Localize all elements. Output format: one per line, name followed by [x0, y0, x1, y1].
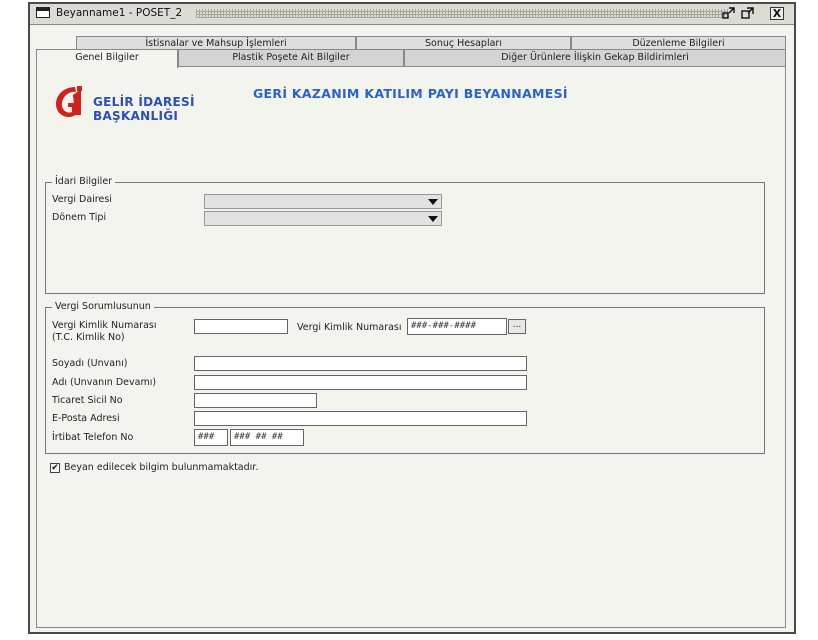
tckn-sublabel: (T.C. Kimlik No): [52, 332, 125, 343]
eposta-label: E-Posta Adresi: [52, 413, 120, 424]
vkn-lookup-button[interactable]: ...: [508, 319, 526, 334]
tab-row-lower: Genel Bilgiler Plastik Poşete Ait Bilgil…: [36, 49, 786, 68]
form-title: GERİ KAZANIM KATILIM PAYI BEYANNAMESİ: [253, 86, 568, 101]
chevron-down-icon: [428, 216, 438, 222]
donem-tipi-label: Dönem Tipi: [52, 212, 107, 223]
tckn-label: Vergi Kimlik Numarası: [52, 320, 157, 331]
logo-line-2: BAŞKANLIĞI: [93, 109, 179, 123]
eposta-input[interactable]: [194, 411, 527, 426]
gib-logo-icon: [53, 85, 83, 119]
vergi-dairesi-label: Vergi Dairesi: [52, 194, 112, 205]
tab-diger-urunler[interactable]: Diğer Ürünlere İlişkin Gekap Bildirimler…: [404, 49, 786, 66]
vkn-input[interactable]: ###-###-####: [407, 318, 507, 335]
restore-down-icon[interactable]: [721, 7, 735, 20]
vkn-label: Vergi Kimlik Numarası: [297, 322, 402, 333]
soyadi-label: Soyadı (Unvanı): [52, 358, 128, 369]
tab-row-upper: İstisnalar ve Mahsup İşlemleri Sonuç Hes…: [36, 36, 786, 50]
title-bar-texture: [196, 9, 728, 18]
chevron-down-icon: [428, 199, 438, 205]
title-bar[interactable]: Beyanname1 - POSET_2 X: [30, 4, 794, 25]
ticaret-sicil-input[interactable]: [194, 393, 317, 408]
adi-label: Adı (Unvanın Devamı): [52, 377, 157, 388]
tab-plastik-posete[interactable]: Plastik Poşete Ait Bilgiler: [178, 49, 404, 66]
vergi-sorumlusu-group: Vergi Sorumlusunun Vergi Kimlik Numarası…: [45, 301, 765, 454]
gib-logo-text: GELİR İDARESİ BAŞKANLIĞI: [93, 95, 195, 123]
telefon-numara-input[interactable]: ### ## ##: [230, 429, 304, 446]
telefon-alan-kodu-input[interactable]: ###: [194, 429, 228, 446]
tab-istisnalar[interactable]: İstisnalar ve Mahsup İşlemleri: [76, 36, 356, 50]
adi-input[interactable]: [194, 375, 527, 390]
beyan-checkbox[interactable]: ✔: [50, 463, 60, 473]
idari-bilgiler-group: İdari Bilgiler Vergi Dairesi Dönem Tipi: [45, 176, 765, 294]
telefon-label: İrtibat Telefon No: [52, 432, 134, 443]
window-icon: [36, 7, 50, 18]
application-window: Beyanname1 - POSET_2 X İstisnalar ve Mah…: [28, 2, 796, 634]
close-button[interactable]: X: [770, 7, 784, 20]
vergi-dairesi-select[interactable]: [204, 194, 442, 209]
logo-line-1: GELİR İDARESİ: [93, 95, 195, 109]
tab-genel-bilgiler[interactable]: Genel Bilgiler: [36, 49, 178, 68]
beyan-label: Beyan edilecek bilgim bulunmamaktadır.: [64, 462, 259, 473]
maximize-icon[interactable]: [740, 7, 754, 20]
tckn-input[interactable]: [194, 319, 288, 334]
donem-tipi-select[interactable]: [204, 211, 442, 226]
tab-duzenleme-bilgileri[interactable]: Düzenleme Bilgileri: [571, 36, 786, 50]
genel-bilgiler-panel: GELİR İDARESİ BAŞKANLIĞI GERİ KAZANIM KA…: [36, 66, 786, 628]
idari-bilgiler-legend: İdari Bilgiler: [52, 176, 116, 187]
window-title: Beyanname1 - POSET_2: [56, 7, 187, 19]
soyadi-input[interactable]: [194, 356, 527, 371]
tab-sonuc-hesaplari[interactable]: Sonuç Hesapları: [356, 36, 571, 50]
ticaret-sicil-label: Ticaret Sicil No: [52, 395, 123, 406]
vergi-sorumlusu-legend: Vergi Sorumlusunun: [52, 301, 154, 312]
